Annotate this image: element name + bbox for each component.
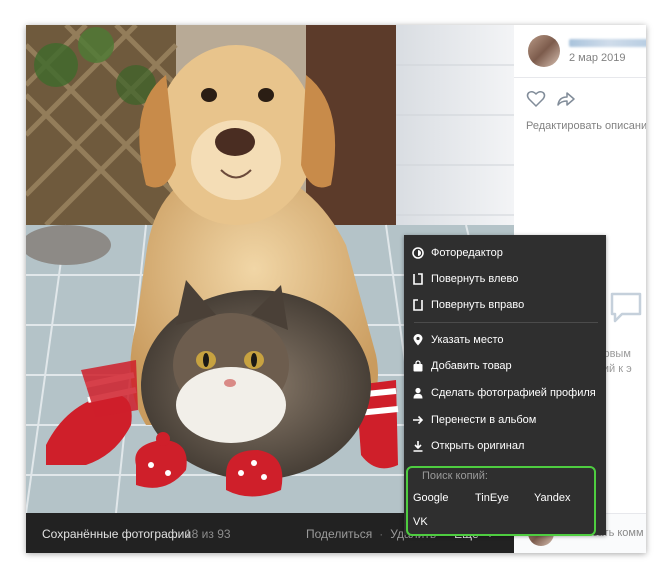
avatar[interactable]: [528, 35, 560, 67]
location-pin-icon: [412, 334, 424, 346]
menu-item-set-location[interactable]: Указать место: [412, 329, 504, 351]
author-header: 2 мар 2019: [514, 25, 646, 78]
user-icon: [412, 387, 424, 399]
menu-divider: [414, 322, 598, 323]
share-button[interactable]: Поделиться: [306, 527, 372, 541]
album-name-link[interactable]: Сохранённые фотографии: [42, 527, 191, 541]
more-actions-menu: Фоторедактор Повернуть влево Повернуть в…: [404, 235, 606, 536]
arrow-right-icon: [412, 414, 424, 426]
comment-bubble-icon: [610, 292, 642, 323]
rotate-left-icon: [412, 273, 424, 285]
copy-search-title: Поиск копий:: [422, 470, 488, 482]
edit-description-link[interactable]: Редактировать описани: [526, 120, 646, 132]
menu-item-label: Указать место: [431, 334, 504, 346]
copy-search-section: Поиск копий: Google TinEye Yandex VK: [406, 466, 596, 536]
menu-item-label: Сделать фотографией профиля: [431, 387, 596, 399]
photo-viewer: Сохранённые фотографии 18 из 93 Поделить…: [26, 25, 646, 553]
menu-item-label: Открыть оригинал: [431, 440, 525, 452]
menu-item-label: Повернуть влево: [431, 273, 519, 285]
menu-item-move-to-album[interactable]: Перенести в альбом: [412, 409, 536, 431]
tineye-search-link[interactable]: TinEye: [475, 492, 509, 504]
menu-item-rotate-left[interactable]: Повернуть влево: [412, 268, 518, 290]
photo-editor-icon: [412, 247, 424, 259]
menu-item-open-original[interactable]: Открыть оригинал: [412, 435, 524, 457]
menu-item-photo-editor[interactable]: Фоторедактор: [412, 242, 503, 264]
menu-item-label: Фоторедактор: [431, 247, 503, 259]
photo-counter: 18 из 93: [185, 527, 231, 541]
vk-search-link[interactable]: VK: [413, 516, 428, 528]
separator: ·: [379, 527, 384, 541]
yandex-search-link[interactable]: Yandex: [534, 492, 571, 504]
rotate-right-icon: [412, 299, 424, 311]
menu-item-add-product[interactable]: Добавить товар: [412, 355, 512, 377]
heart-icon[interactable]: [526, 90, 546, 108]
share-arrow-icon[interactable]: [556, 90, 576, 108]
google-search-link[interactable]: Google: [413, 492, 448, 504]
menu-item-label: Повернуть вправо: [431, 299, 525, 311]
menu-item-label: Перенести в альбом: [431, 414, 537, 426]
menu-item-label: Добавить товар: [431, 360, 512, 372]
author-name-blurred[interactable]: [569, 39, 646, 47]
shopping-bag-icon: [412, 360, 424, 372]
menu-item-set-profile-photo[interactable]: Сделать фотографией профиля: [412, 382, 596, 404]
download-icon: [412, 440, 424, 452]
menu-item-rotate-right[interactable]: Повернуть вправо: [412, 294, 524, 316]
post-date: 2 мар 2019: [569, 52, 626, 64]
